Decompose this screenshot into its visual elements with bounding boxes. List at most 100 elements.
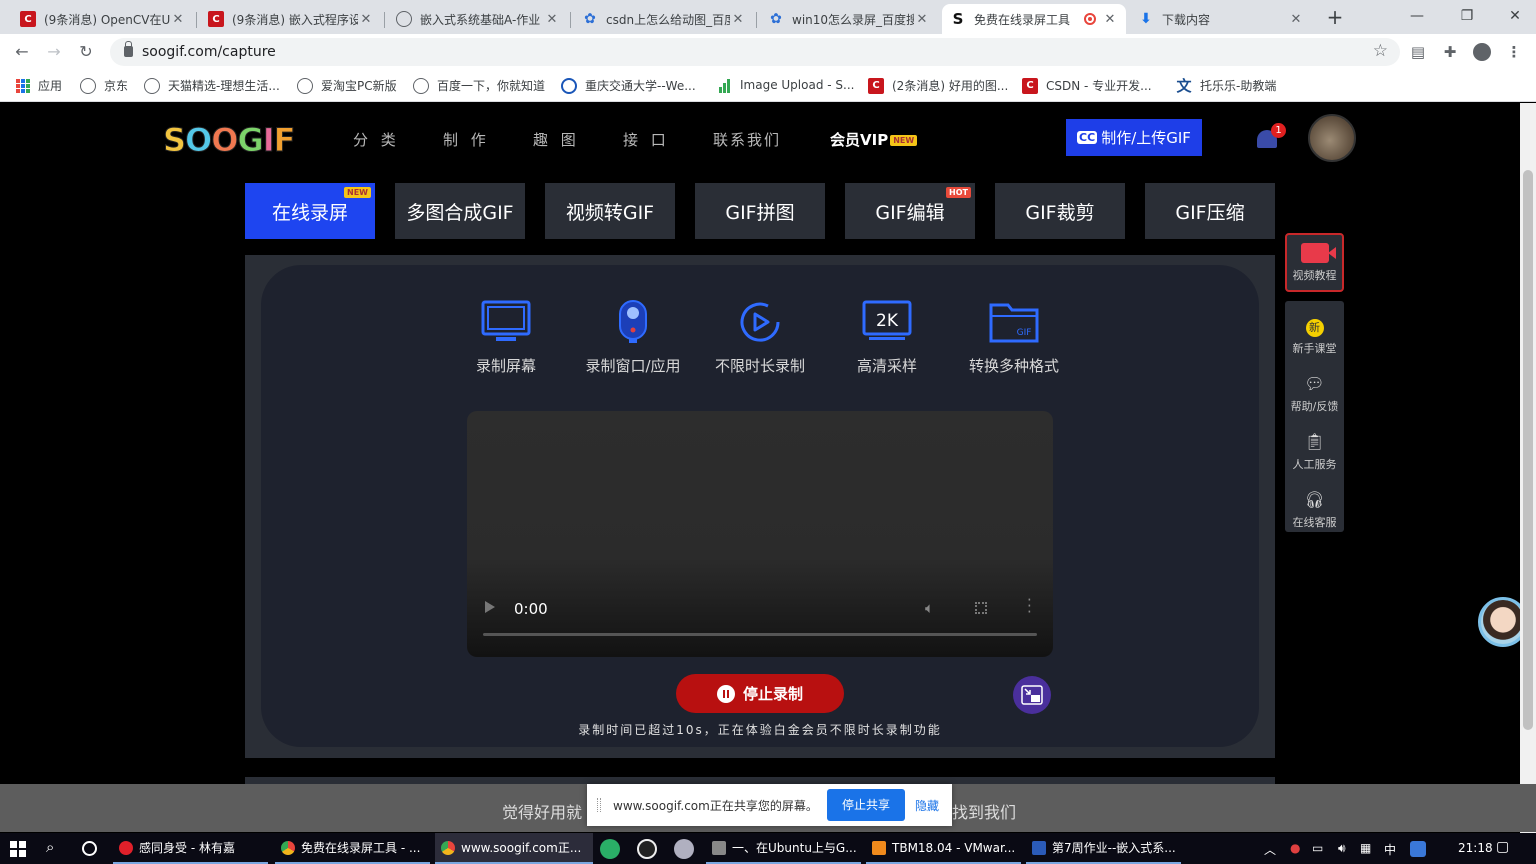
action-center-icon[interactable]: ▢ <box>1496 839 1509 855</box>
more-options-icon[interactable]: · · · <box>1027 593 1032 620</box>
app-icon[interactable] <box>674 839 694 859</box>
tab-downloads[interactable]: ⬇ 下载内容 ✕ <box>1130 4 1312 34</box>
side-help-feedback[interactable]: 💬︎ 帮助/反馈 <box>1285 373 1344 414</box>
windows-start-icon[interactable] <box>10 841 26 857</box>
menu-kebab-icon[interactable]: ⋮ <box>1502 40 1526 64</box>
close-icon[interactable]: ✕ <box>730 12 746 27</box>
tool-tab-gif-edit[interactable]: GIF编辑 HOT <box>845 183 975 239</box>
tool-tab-images-to-gif[interactable]: 多图合成GIF <box>395 183 525 239</box>
video-progress-bar[interactable] <box>483 633 1037 636</box>
svg-text:2K: 2K <box>876 311 899 331</box>
stop-recording-button[interactable]: 停止录制 <box>676 674 844 713</box>
page-scrollbar-thumb[interactable] <box>1523 170 1533 730</box>
network-icon[interactable]: ▭ <box>1312 841 1323 855</box>
csdn-icon: C <box>208 11 224 27</box>
side-online-support[interactable]: 🎧︎ 在线客服 <box>1285 489 1344 530</box>
bookmark-csdn[interactable]: C CSDN - 专业开发... <box>1022 77 1152 94</box>
tab-search-icon[interactable]: ▤ <box>1406 40 1430 64</box>
fullscreen-icon[interactable] <box>975 602 987 614</box>
hide-link[interactable]: 隐藏 <box>915 797 939 814</box>
clock[interactable]: 21:18 <box>1458 841 1493 855</box>
volume-icon[interactable]: 🔈︎ <box>925 599 934 617</box>
webcam-icon <box>619 300 647 343</box>
nav-vip[interactable]: 会员VIP NEW <box>830 129 918 150</box>
bookmark-cqjtu[interactable]: 重庆交通大学--We... <box>561 77 696 94</box>
close-icon[interactable]: ✕ <box>170 12 186 27</box>
tab-embedded-homework[interactable]: 嵌入式系统基础A-作业 ✕ <box>388 4 568 34</box>
bookmark-image-upload[interactable]: Image Upload - S... <box>716 77 854 93</box>
word-icon <box>1032 840 1046 855</box>
tray-tool-icon[interactable] <box>1410 841 1426 857</box>
close-window-button[interactable]: ✕ <box>1500 4 1530 28</box>
new-tab-button[interactable]: + <box>1324 6 1346 28</box>
close-icon[interactable]: ✕ <box>914 12 930 27</box>
video-preview[interactable]: 0:00 🔈︎ · · · <box>467 411 1053 657</box>
wechat-icon[interactable] <box>600 839 620 859</box>
nav-make[interactable]: 制 作 <box>443 129 490 150</box>
picture-in-picture-button[interactable] <box>1013 676 1051 714</box>
side-beginner-class[interactable]: 新 新手课堂 <box>1285 319 1344 356</box>
play-icon[interactable] <box>485 601 495 613</box>
nav-category[interactable]: 分 类 <box>353 129 400 150</box>
drag-handle-icon[interactable] <box>597 798 601 812</box>
taskbar-app-typora[interactable]: 一、在Ubuntu上与G... <box>706 833 861 864</box>
search-icon[interactable]: ⌕ <box>46 838 54 856</box>
close-icon[interactable]: ✕ <box>1288 12 1304 27</box>
nav-fun[interactable]: 趣 图 <box>533 129 580 150</box>
reload-button[interactable]: ↻ <box>74 40 98 64</box>
tool-tab-gif-compress[interactable]: GIF压缩 <box>1145 183 1275 239</box>
capture-panel-inner: 录制屏幕 录制窗口/应用 不限时长录制 2K 高清采样 GIF 转换多种格式 0… <box>261 265 1259 747</box>
tray-chevron-icon[interactable]: ︿ <box>1264 841 1276 858</box>
extensions-puzzle-icon[interactable]: ✚ <box>1438 40 1462 64</box>
bookmark-csdn-image[interactable]: C (2条消息) 好用的图... <box>868 77 1008 94</box>
tab-win10-record-search[interactable]: ✿ win10怎么录屏_百度搜 ✕ <box>760 4 938 34</box>
tool-tab-screen-record[interactable]: 在线录屏 NEW <box>245 183 375 239</box>
stop-sharing-button[interactable]: 停止共享 <box>827 789 905 821</box>
soogif-icon: S <box>952 10 964 28</box>
tool-tab-gif-crop[interactable]: GIF裁剪 <box>995 183 1125 239</box>
globe-icon <box>144 77 160 94</box>
tab-soogif-capture[interactable]: S 免费在线录屏工具 ✕ <box>942 4 1126 34</box>
restore-button[interactable]: ❐ <box>1452 4 1482 28</box>
bookmark-apps[interactable]: 应用 <box>16 77 62 94</box>
qq-icon[interactable] <box>637 839 657 859</box>
nav-api[interactable]: 接 口 <box>623 129 670 150</box>
bookmark-baidu[interactable]: 百度一下，你就知道 <box>413 77 545 94</box>
bookmark-tmall[interactable]: 天猫精选-理想生活... <box>144 77 280 94</box>
address-bar[interactable]: soogif.com/capture ☆ <box>110 38 1400 66</box>
close-icon[interactable]: ✕ <box>358 12 374 27</box>
soogif-logo[interactable]: SOOGIF <box>162 121 295 160</box>
tray-app-icon[interactable]: ● <box>1290 841 1300 855</box>
taskbar-app-chrome-1[interactable]: 免费在线录屏工具 - ... <box>275 833 430 864</box>
tool-tab-video-to-gif[interactable]: 视频转GIF <box>545 183 675 239</box>
profile-icon[interactable] <box>1473 43 1491 61</box>
ime-indicator[interactable]: 中 <box>1384 841 1396 858</box>
close-icon[interactable]: ✕ <box>544 12 560 27</box>
user-avatar[interactable] <box>1308 114 1356 162</box>
bookmark-star-icon[interactable]: ☆ <box>1373 41 1388 61</box>
nav-contact[interactable]: 联系我们 <box>713 129 781 150</box>
close-icon[interactable]: ✕ <box>1102 12 1118 27</box>
side-video-tutorial[interactable]: 视频教程 <box>1285 233 1344 292</box>
side-manual-service[interactable]: 📋︎ 人工服务 <box>1285 431 1344 472</box>
cortana-icon[interactable] <box>82 841 97 856</box>
bookmark-tuoleile[interactable]: 文 托乐乐-助教端 <box>1176 77 1276 95</box>
minimize-button[interactable]: — <box>1402 4 1432 28</box>
volume-icon[interactable]: 🔊︎ <box>1338 841 1346 856</box>
tool-tab-gif-collage[interactable]: GIF拼图 <box>695 183 825 239</box>
bookmark-aitaobao[interactable]: 爱淘宝PC新版 <box>297 77 397 94</box>
notification-bell-icon[interactable]: 1 <box>1255 123 1286 153</box>
taskbar-app-word[interactable]: 第7周作业--嵌入式系... <box>1026 833 1181 864</box>
tab-opencv[interactable]: C (9条消息) OpenCV在U ✕ <box>12 4 194 34</box>
url-text[interactable]: soogif.com/capture <box>142 44 276 60</box>
taskbar-app-music[interactable]: 感同身受 - 林有嘉 <box>113 833 268 864</box>
tray-notes-icon[interactable]: ▦ <box>1360 841 1371 855</box>
tab-embedded-program[interactable]: C (9条消息) 嵌入式程序设 ✕ <box>200 4 382 34</box>
bookmark-jd[interactable]: 京东 <box>80 77 128 94</box>
upload-gif-button[interactable]: CC 制作/上传GIF <box>1066 119 1202 156</box>
forward-button[interactable]: → <box>42 40 66 64</box>
taskbar-app-chrome-2[interactable]: www.soogif.com正... <box>435 833 593 864</box>
back-button[interactable]: ← <box>10 40 34 64</box>
tab-csdn-gif-search[interactable]: ✿ csdn上怎么给动图_百度 ✕ <box>574 4 754 34</box>
taskbar-app-vmware[interactable]: TBM18.04 - VMwar... <box>866 833 1021 864</box>
